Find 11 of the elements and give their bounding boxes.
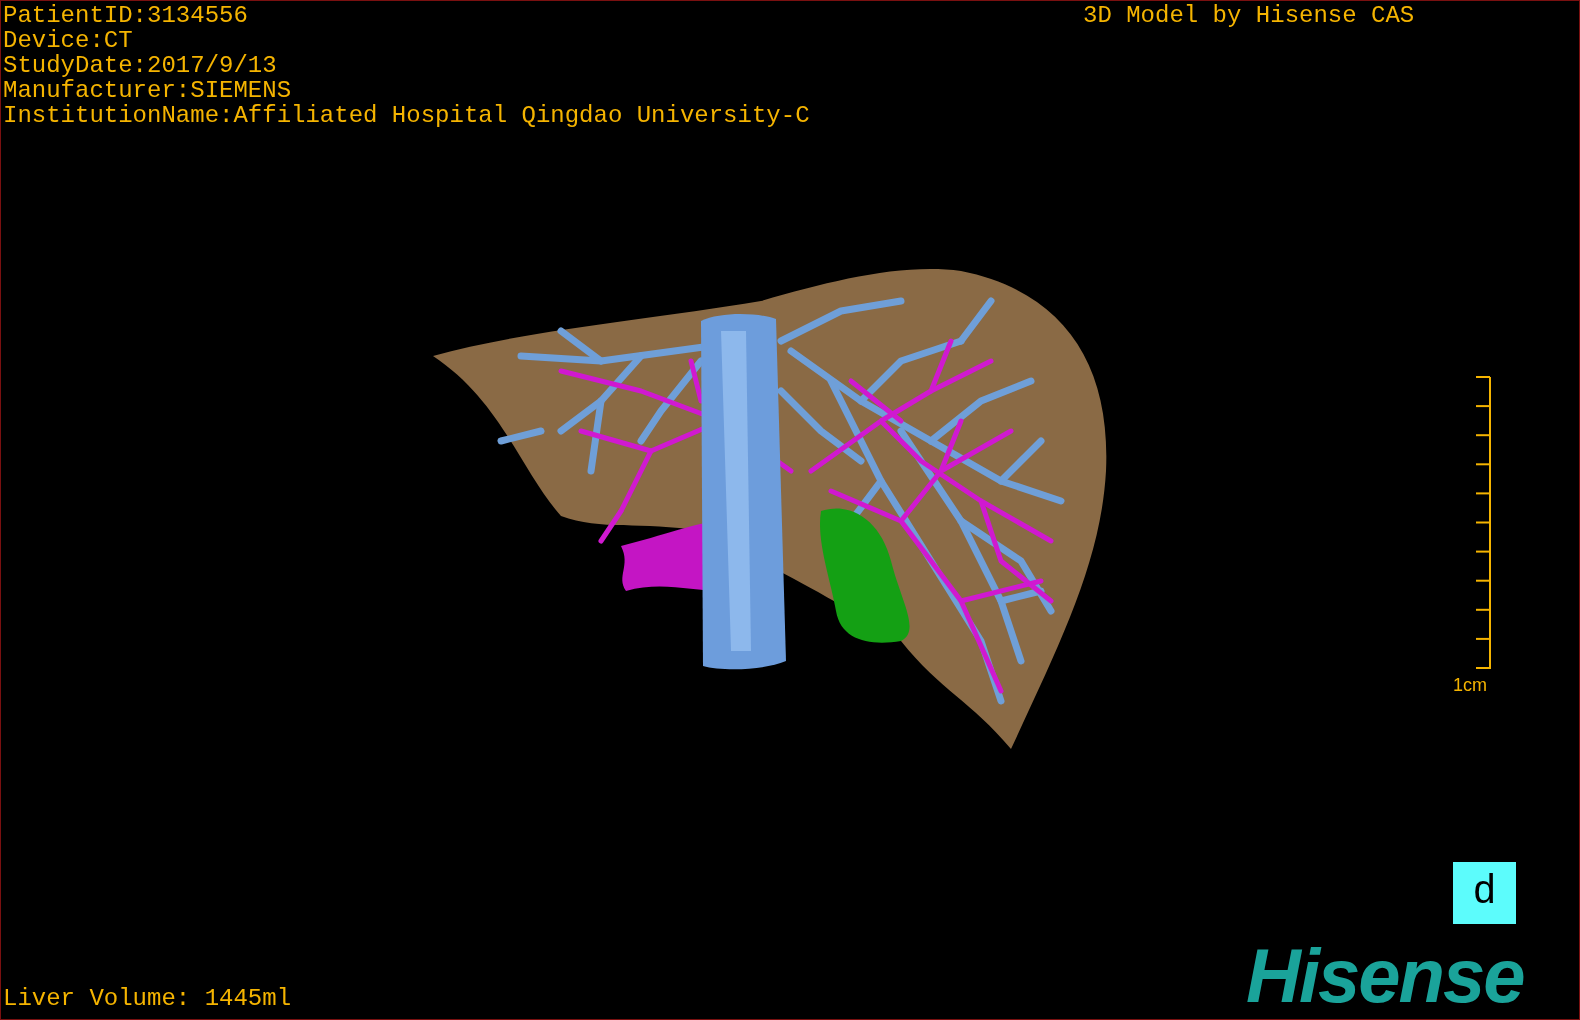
patient-info-text: Device:CT	[3, 28, 134, 53]
liver-volume-text: Liver Volume: 1445ml	[3, 986, 292, 1011]
patient-info-text: PatientID:3134556	[3, 3, 249, 28]
patient-info-text: StudyDate:2017/9/13	[3, 53, 278, 78]
view-button[interactable]: d	[1453, 862, 1516, 924]
patient-info-text: InstitutionName:Affiliated Hospital Qingdao University-C	[3, 103, 810, 128]
credit-text: 3D Model by Hisense CAS	[1083, 3, 1415, 28]
patient-info-text: Manufacturer:SIEMENS	[3, 78, 293, 103]
scale-label: 1cm	[1453, 675, 1487, 695]
scale-bar-icon	[1474, 376, 1492, 670]
logo-text: Hisense	[1246, 941, 1524, 1011]
